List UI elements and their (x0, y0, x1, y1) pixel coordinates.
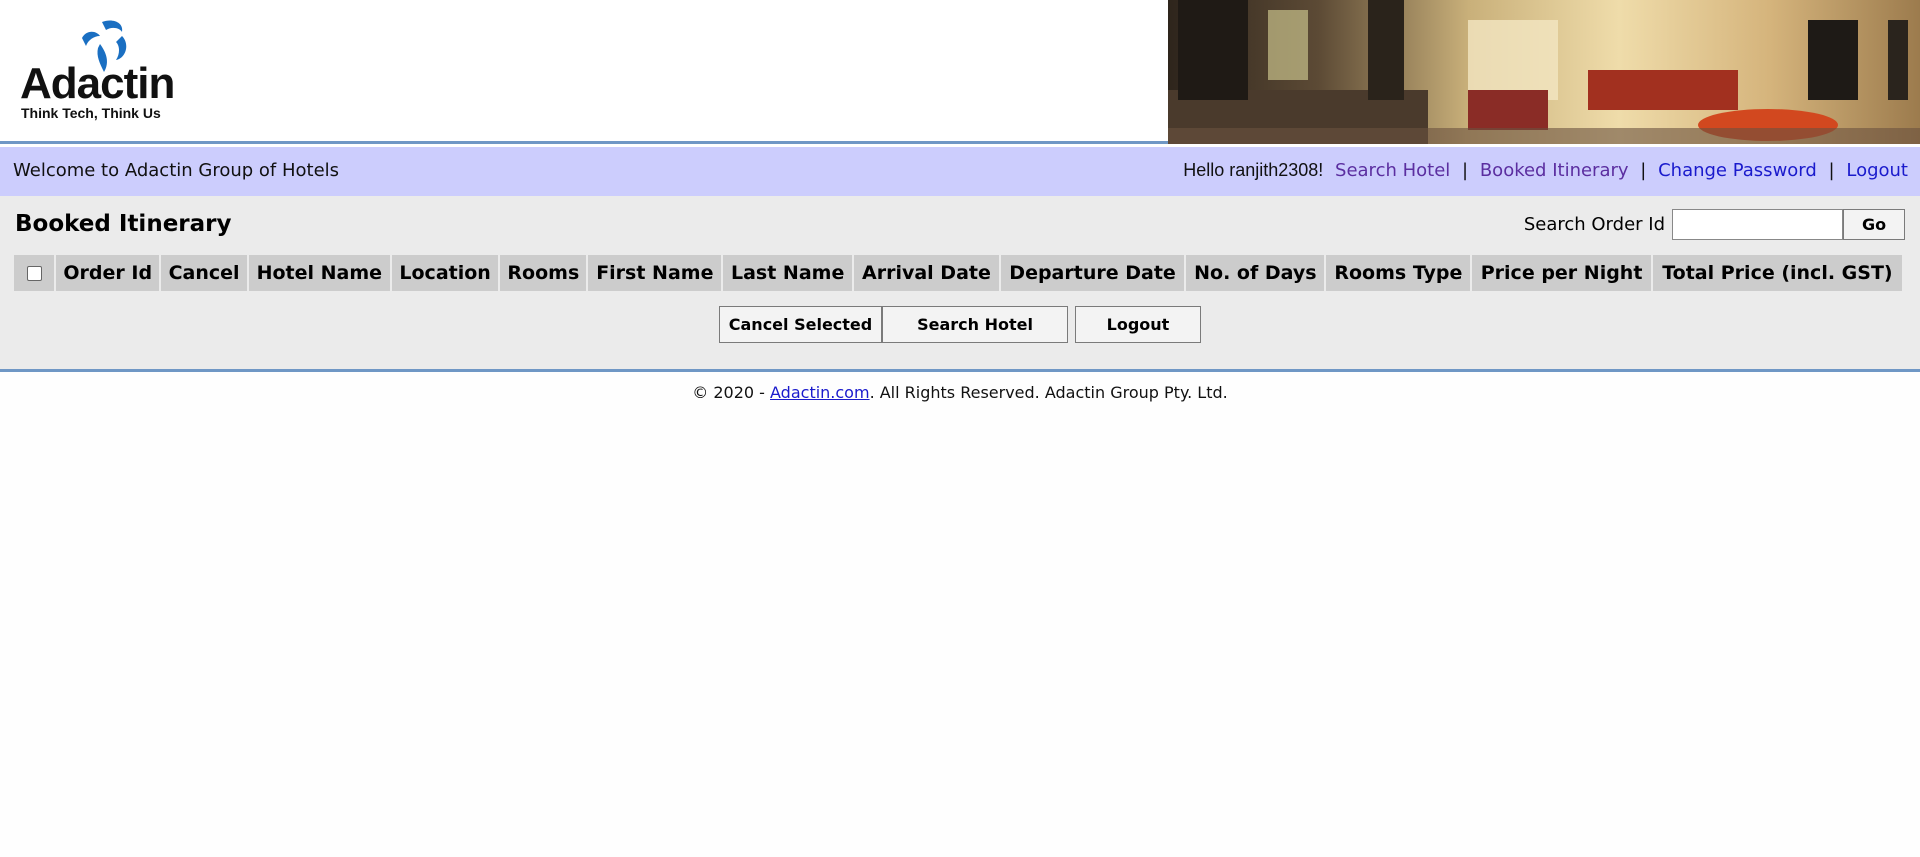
logout-button[interactable]: Logout (1075, 306, 1201, 343)
column-header-arrival-date: Arrival Date (854, 255, 999, 291)
page-header: Adactin Think Tech, Think Us (0, 0, 1920, 144)
column-header-price-per-night: Price per Night (1472, 255, 1651, 291)
column-header-hotel-name: Hotel Name (248, 255, 390, 291)
user-nav: Hello ranjith2308! Search Hotel | Booked… (1183, 160, 1908, 181)
select-all-cell (14, 255, 54, 291)
column-header-cancel: Cancel (161, 255, 247, 291)
hotel-lobby-banner (1168, 0, 1920, 144)
column-header-rooms: Rooms (500, 255, 587, 291)
nav-search-hotel-link[interactable]: Search Hotel (1335, 160, 1450, 181)
nav-booked-itinerary-link[interactable]: Booked Itinerary (1480, 160, 1629, 181)
itinerary-panel: Booked Itinerary Search Order Id Go Orde… (0, 196, 1920, 372)
search-order-input[interactable] (1672, 209, 1843, 240)
column-header-no-of-days: No. of Days (1186, 255, 1325, 291)
column-header-order-id: Order Id (56, 255, 160, 291)
footer-adactin-link[interactable]: Adactin.com (770, 383, 870, 402)
column-header-first-name: First Name (588, 255, 722, 291)
welcome-message: Welcome to Adactin Group of Hotels (13, 160, 340, 181)
table-header-row: Order Id Cancel Hotel Name Location Room… (14, 255, 1902, 291)
logo-tagline: Think Tech, Think Us (21, 105, 161, 121)
select-all-checkbox[interactable] (26, 266, 42, 281)
column-header-rooms-type: Rooms Type (1326, 255, 1471, 291)
welcome-bar: Welcome to Adactin Group of Hotels Hello… (0, 147, 1920, 196)
column-header-last-name: Last Name (723, 255, 853, 291)
column-header-location: Location (391, 255, 499, 291)
column-header-total-price: Total Price (incl. GST) (1652, 255, 1902, 291)
nav-change-password-link[interactable]: Change Password (1658, 160, 1817, 181)
search-hotel-button[interactable]: Search Hotel (882, 306, 1068, 343)
go-button[interactable]: Go (1843, 209, 1905, 240)
logo-wordmark: Adactin (20, 59, 175, 108)
action-buttons: Cancel Selected Search Hotel Logout (719, 306, 1201, 343)
itinerary-table: Order Id Cancel Hotel Name Location Room… (14, 255, 1906, 291)
search-order-form: Search Order Id Go (1524, 209, 1905, 240)
footer-copyright-prefix: © 2020 - (692, 383, 771, 402)
nav-logout-link[interactable]: Logout (1846, 160, 1908, 181)
hello-user: Hello ranjith2308! (1183, 160, 1324, 180)
search-order-label: Search Order Id (1523, 214, 1665, 235)
adactin-logo: Adactin Think Tech, Think Us (20, 18, 190, 123)
footer-rights-text: . All Rights Reserved. Adactin Group Pty… (869, 383, 1228, 402)
page-title: Booked Itinerary (15, 211, 232, 237)
nav-separator: | (1828, 160, 1835, 181)
cancel-selected-button[interactable]: Cancel Selected (719, 306, 882, 343)
nav-separator: | (1462, 160, 1469, 181)
page-footer: © 2020 - Adactin.com. All Rights Reserve… (0, 383, 1920, 402)
banner-photo (1168, 0, 1920, 144)
column-header-departure-date: Departure Date (1000, 255, 1185, 291)
nav-separator: | (1640, 160, 1647, 181)
